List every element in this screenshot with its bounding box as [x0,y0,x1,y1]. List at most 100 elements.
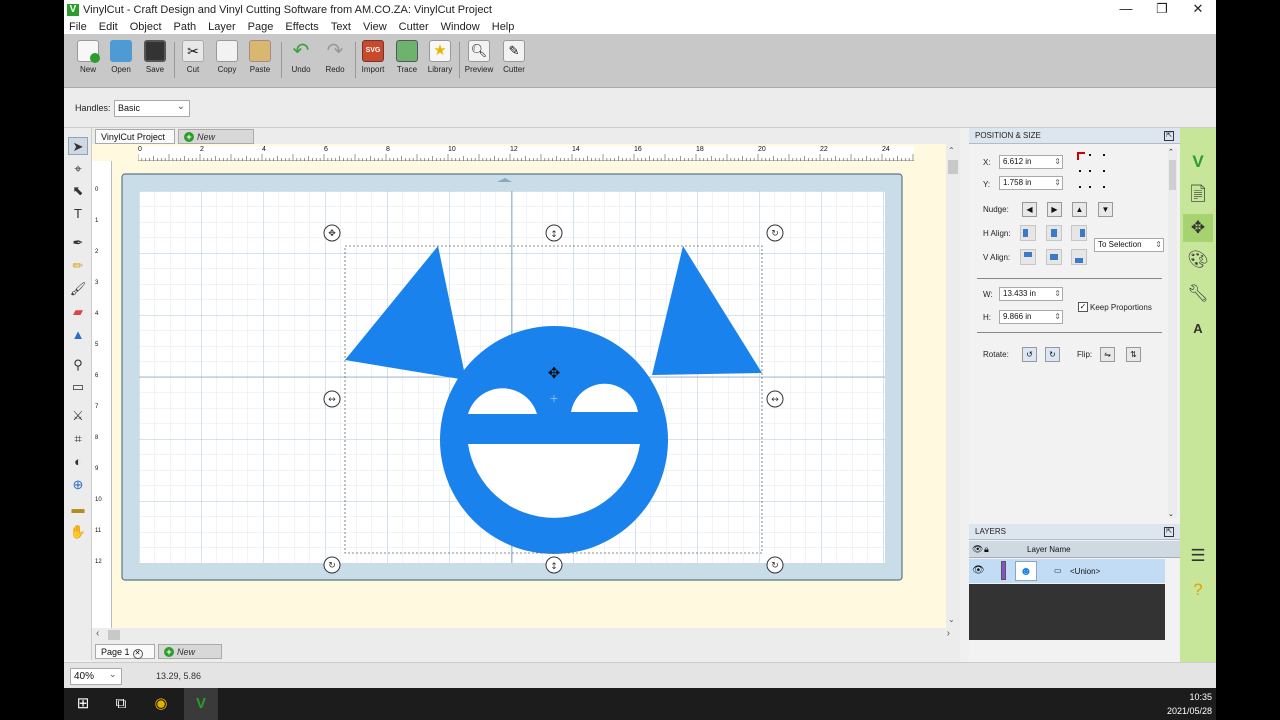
path-tool-icon[interactable]: ⌗ [68,430,88,448]
nudge-up-icon[interactable]: ▲ [1072,202,1087,217]
new-button[interactable]: New [73,40,103,74]
pen-tool-icon[interactable]: ✒ [68,234,88,252]
y-label: Y: [983,180,991,189]
menu-text[interactable]: Text [331,21,351,33]
node-edit-icon[interactable]: ⌖ [68,160,88,178]
pin-icon[interactable]: ⇱ [1164,131,1174,141]
x-field[interactable]: 6.612 in [999,155,1063,169]
library-button[interactable]: ★ Library [425,40,455,74]
eraser-tool-icon[interactable]: ▰ [68,303,88,321]
flip-vertical-icon[interactable]: ⇅ [1126,347,1141,362]
cutter-button[interactable]: ✎ Cutter [499,40,529,74]
y-field[interactable]: 1.758 in [999,176,1063,190]
close-page-icon[interactable]: ✕ [132,649,143,659]
tab-vinylcut-project[interactable]: VinylCut Project✕ [95,129,175,158]
nudge-down-icon[interactable]: ▼ [1098,202,1113,217]
layers-stack-icon[interactable]: ☰ [1183,542,1213,570]
select-arrow-icon[interactable]: ➤ [68,137,88,155]
tab-new-page[interactable]: +New Page... [158,644,222,671]
rectangle-tool-icon[interactable]: ▭ [68,378,88,396]
halign-label: H Align: [983,229,1011,238]
trace-button[interactable]: Trace [392,40,422,74]
horizontal-scrollbar[interactable]: ‹ › [92,628,960,642]
tab-page-1[interactable]: Page 1 ✕ [95,644,155,659]
vertical-scrollbar[interactable]: ⌃ ⌄ [946,144,960,628]
text-font-icon[interactable]: A [1183,315,1213,343]
import-button[interactable]: SVG Import [358,40,388,74]
knife-tool-icon[interactable]: ⚔ [68,407,88,425]
windows-start-icon[interactable]: ⊞ [66,688,100,720]
align-middle-v-icon[interactable] [1046,249,1062,265]
system-clock[interactable]: 10:35 2021/05/28 [1167,690,1212,718]
visibility-eye-icon[interactable]: 👁︎ [972,565,985,576]
handles-select[interactable]: Basic [114,99,190,117]
width-field[interactable]: 13.433 in [999,287,1063,301]
menu-object[interactable]: Object [130,21,162,33]
eyedropper-icon[interactable]: ⚲ [68,356,88,374]
zoom-dropdown-icon[interactable]: ⌄ [109,669,117,680]
redo-button[interactable]: ↷ Redo [320,40,350,74]
height-field[interactable]: 9.866 in [999,310,1063,324]
nudge-right-icon[interactable]: ▶ [1047,202,1062,217]
menu-file[interactable]: File [69,21,87,33]
align-to-select[interactable]: To Selection [1094,238,1164,252]
brush-tool-icon[interactable]: 🖌︎ [68,280,88,298]
undo-button[interactable]: ↶ Undo [286,40,316,74]
transform-icon[interactable]: ⬉ [68,182,88,200]
scissors-icon: ✂ [182,40,204,62]
menu-help[interactable]: Help [492,21,515,33]
document-icon[interactable]: 📄︎ [1183,180,1213,208]
rotate-left-icon[interactable]: ↺ [1022,347,1037,362]
menu-view[interactable]: View [363,21,387,33]
design-canvas[interactable]: ✥ ↕ ↻ ↔ ↔ ↻ ↕ ↻ ✥ + [92,144,960,628]
help-question-icon[interactable]: ? [1183,576,1213,604]
minimize-button[interactable]: — [1108,0,1144,19]
pencil-tool-icon[interactable]: ✏ [68,257,88,275]
pan-hand-icon[interactable]: ✋ [68,523,88,541]
layer-row-union[interactable]: 👁︎ ☻ ▭ <Union> [969,559,1165,583]
paste-button[interactable]: Paste [245,40,275,74]
align-left-icon[interactable] [1020,225,1036,241]
restore-button[interactable]: ❐ [1144,0,1180,19]
color-palette-icon[interactable]: 🎨︎ [1183,246,1213,274]
move-arrows-icon[interactable]: ✥ [1183,214,1213,242]
svg-text:✥: ✥ [328,229,336,239]
zoom-tool-icon[interactable]: ⊕ [68,476,88,494]
align-center-h-icon[interactable] [1046,225,1062,241]
panel-scrollbar[interactable]: ⌃ ⌄ [1168,148,1177,518]
chrome-icon[interactable]: ◉ [144,688,178,720]
rotate-right-icon[interactable]: ↻ [1045,347,1060,362]
align-top-icon[interactable] [1020,249,1036,265]
menu-edit[interactable]: Edit [99,21,118,33]
preview-button[interactable]: 🔍︎ Preview [464,40,494,74]
contour-tool-icon[interactable]: ◐ [68,453,88,471]
open-button[interactable]: Open [106,40,136,74]
canvas-area[interactable]: 0 2 4 6 8 10 12 14 16 18 20 22 24 0 1 2 … [92,144,960,628]
menu-path[interactable]: Path [174,21,197,33]
cut-button[interactable]: ✂ Cut [178,40,208,74]
menu-cutter[interactable]: Cutter [399,21,429,33]
save-button[interactable]: Save [140,40,170,74]
wrench-icon[interactable]: 🔧︎ [1183,280,1213,308]
flip-horizontal-icon[interactable]: ⇋ [1100,347,1115,362]
shape-tool-icon[interactable]: ▲ [68,326,88,344]
align-right-icon[interactable] [1071,225,1087,241]
nudge-left-icon[interactable]: ◀ [1022,202,1037,217]
valign-label: V Align: [983,253,1011,262]
menu-layer[interactable]: Layer [208,21,236,33]
vinylcut-taskbar-icon[interactable]: V [184,688,218,720]
measure-tool-icon[interactable]: ▬ [68,500,88,518]
align-bottom-icon[interactable] [1071,249,1087,265]
menu-window[interactable]: Window [441,21,480,33]
copy-button[interactable]: Copy [212,40,242,74]
close-button[interactable]: ✕ [1180,0,1216,19]
keep-proportions-checkbox[interactable]: ✓ [1078,302,1088,312]
vinylcut-logo-icon[interactable]: V [1183,148,1213,176]
task-view-icon[interactable]: ⧉ [104,688,138,720]
tab-new-project[interactable]: +New Project... [178,129,254,156]
text-tool-icon[interactable]: T [68,205,88,223]
menu-effects[interactable]: Effects [285,21,318,33]
pin-icon[interactable]: ⇱ [1164,527,1174,537]
reference-point-grid[interactable] [1076,151,1120,195]
menu-page[interactable]: Page [248,21,274,33]
